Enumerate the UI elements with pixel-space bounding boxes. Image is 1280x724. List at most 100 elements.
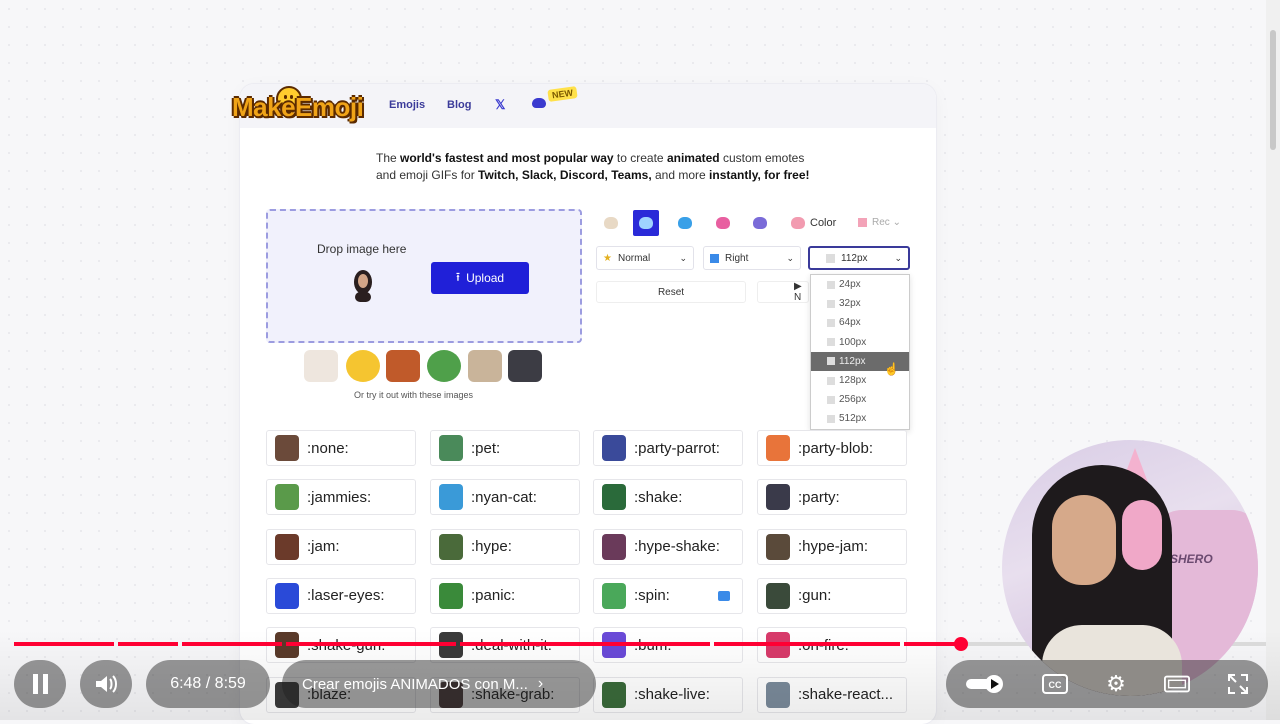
emoji-tile-label: :jam: bbox=[307, 538, 340, 556]
pause-button[interactable] bbox=[14, 660, 66, 708]
size-option[interactable]: 256px bbox=[811, 390, 909, 409]
mouse-cursor-icon: ☝ bbox=[884, 362, 899, 376]
chapter-title: Crear emojis ANIMADOS con M... bbox=[302, 675, 528, 693]
emoji-tile[interactable]: :pet: bbox=[430, 430, 580, 466]
emoji-tile[interactable]: :hype-shake: bbox=[593, 528, 743, 565]
emoji-tile-label: :laser-eyes: bbox=[307, 587, 385, 605]
effect-cat-pink-icon[interactable] bbox=[785, 210, 811, 236]
emoji-tile[interactable]: :party: bbox=[757, 479, 907, 516]
emoji-preview-icon bbox=[602, 484, 626, 511]
sample-doge[interactable] bbox=[468, 350, 502, 382]
sample-cat-dark[interactable] bbox=[508, 350, 542, 382]
emoji-tile[interactable]: :none: bbox=[266, 430, 416, 466]
effect-cat-rainbow-icon[interactable] bbox=[710, 210, 736, 236]
time-text: 6:48 / 8:59 bbox=[170, 675, 246, 692]
effect-cat-1-icon[interactable] bbox=[598, 210, 624, 236]
captions-button[interactable]: CC bbox=[1042, 673, 1069, 695]
emoji-tile-label: :pet: bbox=[471, 439, 501, 457]
emoji-tile[interactable]: :laser-eyes: bbox=[266, 577, 416, 614]
effect-cat-purple-icon[interactable] bbox=[747, 210, 773, 236]
reset-button[interactable]: Reset bbox=[596, 281, 746, 303]
emoji-tile-label: :hype-jam: bbox=[798, 538, 869, 556]
site-logo[interactable]: MakeEmoji bbox=[232, 92, 364, 123]
time-display: 6:48 / 8:59 bbox=[146, 660, 270, 708]
fullscreen-icon bbox=[1227, 674, 1248, 694]
emoji-tile[interactable]: :hype-jam: bbox=[757, 528, 907, 565]
size-option[interactable]: 32px bbox=[811, 294, 909, 313]
effect-cat-selected-icon[interactable] bbox=[633, 210, 659, 236]
size-option-swatch-icon bbox=[827, 318, 835, 327]
direction-badge-icon bbox=[718, 590, 730, 601]
size-option-swatch-icon bbox=[827, 299, 835, 308]
emoji-tile-label: :party-blob: bbox=[798, 439, 874, 457]
emoji-preview-icon bbox=[275, 484, 299, 511]
webcam-headset bbox=[1122, 500, 1162, 570]
theater-mode-button[interactable] bbox=[1163, 673, 1190, 695]
nav-emojis[interactable]: Emojis bbox=[389, 99, 425, 111]
direction-select-value: Right bbox=[725, 252, 749, 264]
size-option[interactable]: 64px bbox=[811, 313, 909, 332]
emoji-tile[interactable]: :jam: bbox=[266, 528, 416, 565]
nav-blog[interactable]: Blog bbox=[447, 99, 471, 111]
player-controls-right: CC ⚙ bbox=[946, 660, 1268, 708]
size-option[interactable]: 100px bbox=[811, 333, 909, 352]
chapter-button[interactable]: Crear emojis ANIMADOS con M... › bbox=[282, 660, 596, 708]
scrollbar-thumb[interactable] bbox=[1270, 30, 1276, 150]
size-option-swatch-icon bbox=[827, 280, 835, 289]
volume-button[interactable] bbox=[80, 660, 132, 708]
emoji-tile[interactable]: :party-blob: bbox=[757, 430, 907, 466]
size-option-swatch-icon bbox=[827, 376, 835, 385]
upload-button[interactable]: ⭱ Upload bbox=[431, 262, 529, 294]
color-label[interactable]: Color bbox=[810, 217, 836, 229]
emoji-tile[interactable]: :party-parrot: bbox=[593, 430, 743, 466]
chapter-segment bbox=[182, 642, 282, 646]
emoji-preview-icon bbox=[439, 582, 463, 609]
size-option-label: 100px bbox=[839, 336, 867, 348]
emoji-tile[interactable]: :jammies: bbox=[266, 479, 416, 516]
size-option-label: 64px bbox=[839, 317, 861, 329]
size-option-label: 24px bbox=[839, 279, 861, 291]
emoji-tile[interactable]: :panic: bbox=[430, 577, 580, 614]
size-icon bbox=[826, 253, 835, 263]
sample-cat[interactable] bbox=[304, 350, 338, 382]
svg-text:CC: CC bbox=[1049, 680, 1062, 690]
rec-select-label[interactable]: Rec ⌄ bbox=[872, 217, 901, 228]
autoplay-toggle[interactable] bbox=[963, 673, 1007, 695]
emoji-tile-label: :none: bbox=[307, 439, 349, 457]
emoji-tile-label: :party: bbox=[798, 488, 840, 506]
chevron-down-icon: ⌄ bbox=[894, 252, 902, 263]
effect-cat-blue-icon[interactable] bbox=[672, 210, 698, 236]
pause-icon bbox=[32, 674, 48, 694]
chevron-down-icon: ⌄ bbox=[679, 252, 687, 263]
size-select[interactable]: 112px ⌄ bbox=[808, 246, 910, 270]
sample-character[interactable] bbox=[386, 350, 420, 382]
autoplay-icon bbox=[966, 675, 1004, 693]
page-scrollbar[interactable] bbox=[1266, 0, 1280, 720]
discord-icon[interactable] bbox=[532, 98, 546, 108]
size-option-swatch-icon bbox=[827, 357, 835, 366]
sample-frog[interactable] bbox=[427, 350, 461, 382]
chapter-segment bbox=[460, 642, 710, 646]
size-option[interactable]: 24px bbox=[811, 275, 909, 294]
emoji-tile[interactable]: :gun: bbox=[757, 577, 907, 614]
size-option[interactable]: 512px bbox=[811, 409, 909, 428]
emoji-tile[interactable]: :spin: bbox=[593, 577, 743, 614]
drop-zone[interactable] bbox=[266, 209, 582, 343]
theater-icon bbox=[1163, 675, 1190, 693]
direction-select[interactable]: Right ⌄ bbox=[703, 246, 801, 270]
progress-scrubber[interactable] bbox=[954, 637, 968, 651]
speed-select[interactable]: ★ Normal ⌄ bbox=[596, 246, 694, 270]
size-option-label: 256px bbox=[839, 394, 867, 406]
preview-button[interactable]: ▶ N bbox=[757, 281, 809, 303]
settings-button[interactable]: ⚙ bbox=[1103, 671, 1129, 696]
x-icon[interactable]: 𝕏 bbox=[495, 97, 505, 113]
emoji-tile[interactable]: :hype: bbox=[430, 528, 580, 565]
emoji-tile[interactable]: :shake: bbox=[593, 479, 743, 516]
sample-emoji-face[interactable] bbox=[346, 350, 380, 382]
webcam-overlay: SHERO bbox=[1002, 440, 1258, 696]
webcam-face bbox=[1052, 495, 1116, 585]
emoji-tile[interactable]: :nyan-cat: bbox=[430, 479, 580, 516]
fullscreen-button[interactable] bbox=[1225, 673, 1251, 695]
direction-icon bbox=[710, 253, 719, 263]
chapter-segment bbox=[118, 642, 178, 646]
